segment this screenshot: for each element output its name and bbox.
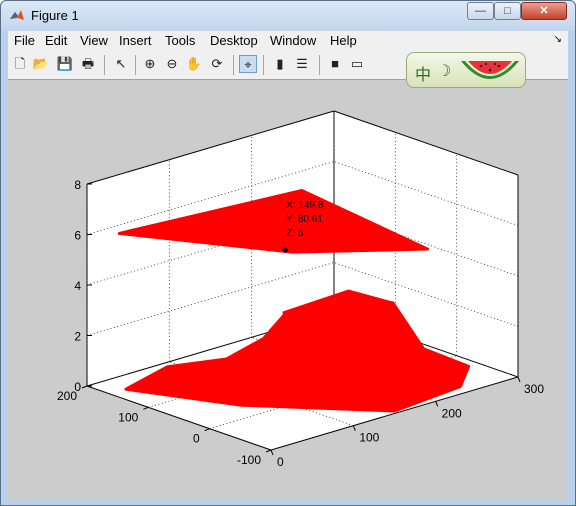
z-tick-label: 2	[74, 330, 81, 344]
title-bar[interactable]: Figure 1 — □ ✕	[1, 1, 575, 31]
figure-window: Figure 1 — □ ✕ File Edit View Insert Too…	[0, 0, 576, 506]
minimize-button[interactable]: —	[467, 2, 494, 20]
datatip-label[interactable]: Y: 80.61	[286, 214, 323, 225]
y-tick	[143, 406, 149, 410]
datatip-marker[interactable]	[282, 247, 288, 253]
axes-3d[interactable]: 0100200300-100010020002468 X: 149.8Y: 80…	[8, 31, 568, 500]
y-tick	[265, 449, 272, 453]
matlab-logo-icon	[10, 10, 24, 20]
figure-client-area: File Edit View Insert Tools Desktop Wind…	[8, 31, 568, 500]
z-tick-label: 6	[74, 229, 81, 243]
x-tick	[435, 401, 439, 407]
y-tick	[204, 428, 210, 432]
datatip-label[interactable]: Z: 5	[286, 228, 304, 239]
x-tick-label: 100	[359, 431, 379, 445]
maximize-button[interactable]: □	[494, 2, 521, 20]
y-tick-label: 0	[193, 432, 200, 446]
x-tick	[352, 425, 356, 431]
x-tick	[517, 376, 521, 383]
z-tick-label: 4	[74, 279, 81, 293]
x-tick-label: 0	[277, 455, 284, 469]
x-tick	[270, 449, 274, 456]
window-title: Figure 1	[31, 8, 79, 23]
y-tick	[81, 385, 88, 389]
x-tick-label: 200	[442, 406, 462, 420]
x-tick-label: 300	[524, 382, 544, 396]
y-tick-label: -100	[237, 453, 261, 467]
z-tick-label: 0	[74, 380, 81, 394]
y-tick-label: 100	[118, 410, 138, 424]
datatip-label[interactable]: X: 149.8	[286, 200, 324, 211]
z-tick-label: 8	[74, 178, 81, 192]
close-button[interactable]: ✕	[521, 2, 567, 20]
